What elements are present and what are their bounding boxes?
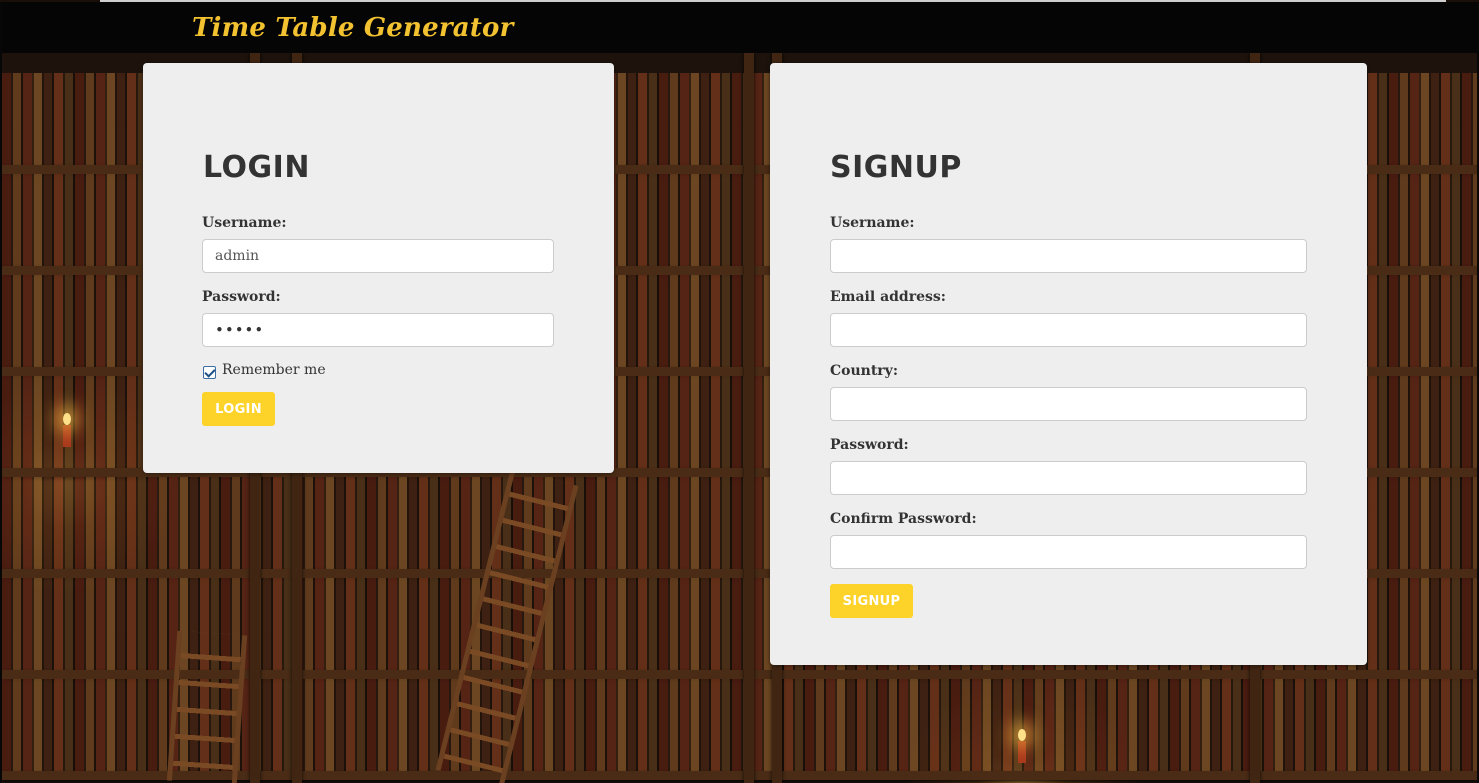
remember-me-label[interactable]: Remember me [222, 362, 326, 378]
signup-password-input[interactable] [830, 461, 1307, 495]
signup-email-input[interactable] [830, 313, 1307, 347]
signup-country-label: Country: [830, 363, 898, 379]
signup-title: SIGNUP [830, 150, 962, 185]
signup-card: SIGNUP Username: Email address: Country:… [770, 63, 1367, 665]
signup-confirm-password-label: Confirm Password: [830, 511, 977, 527]
login-title: LOGIN [203, 150, 310, 185]
login-username-label: Username: [202, 215, 287, 231]
signup-email-label: Email address: [830, 289, 946, 305]
signup-confirm-password-input[interactable] [830, 535, 1307, 569]
signup-password-label: Password: [830, 437, 909, 453]
signup-username-label: Username: [830, 215, 915, 231]
login-password-label: Password: [202, 289, 281, 305]
remember-me-checkbox[interactable] [203, 366, 216, 379]
signup-country-input[interactable] [830, 387, 1307, 421]
login-button[interactable]: LOGIN [202, 392, 275, 426]
brand-title[interactable]: Time Table Generator [192, 13, 513, 43]
login-password-input[interactable]: ••••• [202, 313, 554, 347]
navbar: Time Table Generator [2, 2, 1477, 53]
login-card: LOGIN Username: admin Password: ••••• Re… [143, 63, 614, 473]
signup-username-input[interactable] [830, 239, 1307, 273]
login-username-input[interactable]: admin [202, 239, 554, 273]
signup-button[interactable]: SIGNUP [830, 584, 913, 618]
